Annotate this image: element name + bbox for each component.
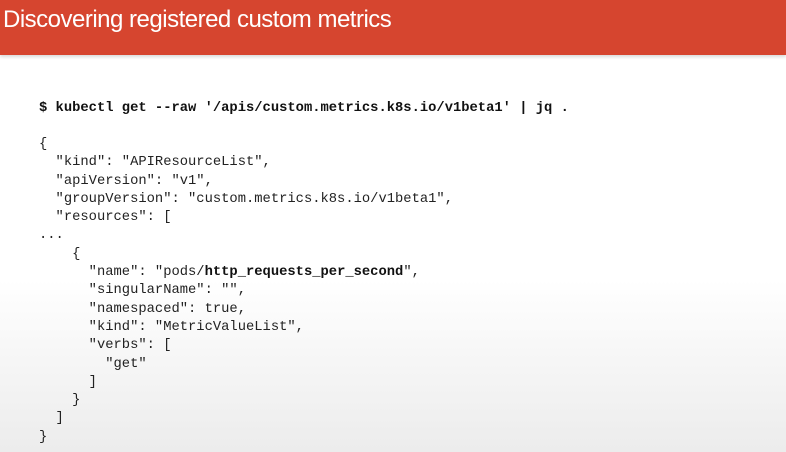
code-line: "resources": [ bbox=[39, 210, 172, 226]
code-line-metric-name: "name": "pods/http_requests_per_second", bbox=[39, 264, 453, 282]
code-line: "groupVersion": "custom.metrics.k8s.io/v… bbox=[39, 191, 453, 207]
code-line: "verbs": [ bbox=[39, 338, 172, 354]
code-line: "kind": "APIResourceList", bbox=[39, 155, 271, 171]
name-suffix: ", bbox=[403, 265, 420, 281]
code-line: ... bbox=[39, 228, 64, 244]
code-line: } bbox=[39, 393, 81, 409]
code-line: "singularName": "", bbox=[39, 283, 246, 299]
code-line: "namespaced": true, bbox=[39, 301, 246, 317]
code-line: ] bbox=[39, 374, 97, 390]
code-line: "kind": "MetricValueList", bbox=[39, 319, 304, 335]
name-prefix: "name": "pods/ bbox=[39, 265, 205, 281]
slide-header: Discovering registered custom metrics bbox=[0, 0, 786, 55]
code-line: { bbox=[39, 137, 48, 152]
metric-name-highlight: http_requests_per_second bbox=[204, 265, 404, 281]
json-output: { "kind": "APIResourceList", "apiVersion… bbox=[39, 136, 453, 447]
code-line: } bbox=[39, 429, 48, 445]
command-line: $ kubectl get --raw '/apis/custom.metric… bbox=[39, 101, 569, 116]
slide-title: Discovering registered custom metrics bbox=[3, 6, 392, 33]
code-line: "apiVersion": "v1", bbox=[39, 173, 213, 189]
code-line: { bbox=[39, 246, 81, 262]
code-line: "get" bbox=[39, 356, 147, 372]
code-line: ] bbox=[39, 411, 64, 427]
